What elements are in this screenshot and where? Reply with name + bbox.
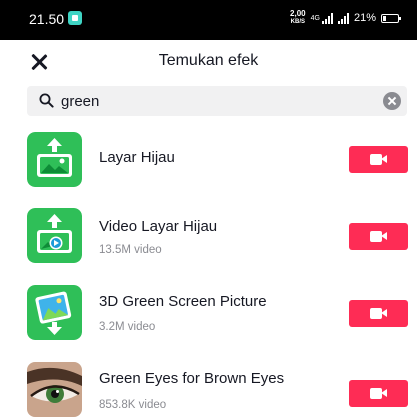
effect-item[interactable]: Green Eyes for Brown Eyes 853.8K video — [0, 362, 417, 418]
effect-name: Layar Hijau — [99, 149, 175, 166]
search-bar[interactable] — [27, 86, 407, 116]
record-button[interactable] — [349, 146, 408, 173]
signal-icon-2 — [337, 12, 349, 24]
sheet-title: Temukan efek — [158, 52, 259, 69]
effect-name: 3D Green Screen Picture — [99, 293, 267, 310]
video-camera-icon — [370, 231, 387, 242]
status-bar: 21.50 2,00 KB/S 4G 21% — [0, 0, 417, 40]
battery-percent: 21% — [353, 12, 376, 24]
record-button[interactable] — [349, 300, 408, 327]
network-speed-value: 2,00 — [290, 9, 306, 18]
clear-icon[interactable] — [383, 92, 401, 110]
search-icon — [39, 93, 54, 108]
notification-app-icon — [68, 11, 82, 25]
battery-icon — [381, 13, 401, 23]
effect-search-sheet: Temukan efek Layar Hijau — [0, 40, 417, 418]
signal-icon — [321, 12, 333, 24]
search-input[interactable] — [61, 86, 361, 116]
green-screen-photo-icon — [27, 132, 82, 187]
network-speed-unit: KB/S — [290, 19, 305, 25]
network-speed: 2,00 KB/S — [290, 10, 306, 26]
effect-item[interactable]: Video Layar Hijau 13.5M video — [0, 208, 417, 278]
record-button[interactable] — [349, 223, 408, 250]
effect-item[interactable]: Layar Hijau — [0, 132, 417, 202]
video-camera-icon — [370, 154, 387, 165]
network-type: 4G — [310, 14, 320, 22]
effect-name: Green Eyes for Brown Eyes — [99, 370, 285, 387]
effect-video-count: 853.8K video — [99, 399, 167, 411]
3d-green-screen-picture-icon — [27, 285, 82, 340]
effect-video-count: 3.2M video — [99, 321, 156, 333]
status-time: 21.50 — [29, 11, 65, 27]
green-screen-video-icon — [27, 208, 82, 263]
video-camera-icon — [370, 388, 387, 399]
effect-video-count: 13.5M video — [99, 244, 162, 256]
record-button[interactable] — [349, 380, 408, 407]
video-camera-icon — [370, 308, 387, 319]
status-indicators: 2,00 KB/S 4G 21% — [290, 10, 401, 26]
effect-name: Video Layar Hijau — [99, 218, 218, 235]
eye-thumbnail — [27, 362, 82, 417]
effect-item[interactable]: 3D Green Screen Picture 3.2M video — [0, 285, 417, 355]
